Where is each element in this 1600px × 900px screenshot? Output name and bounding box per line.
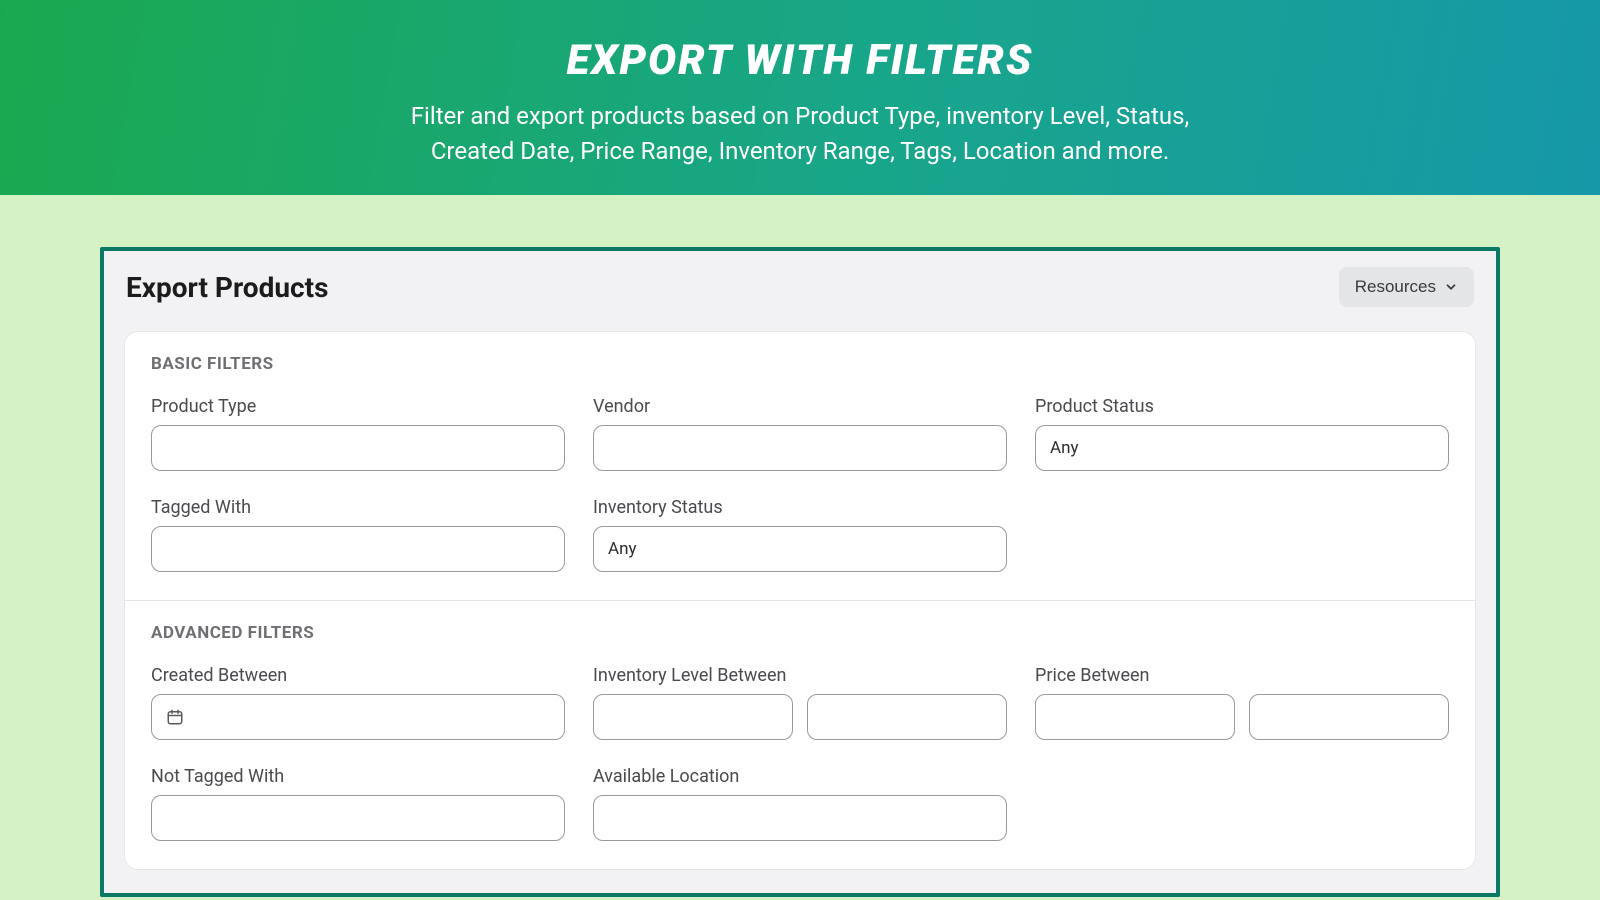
price-from-input[interactable] [1035, 694, 1235, 740]
panel-header: Export Products Resources [104, 251, 1496, 331]
not-tagged-with-input[interactable] [151, 795, 565, 841]
hero-banner: EXPORT WITH FILTERS Filter and export pr… [0, 0, 1600, 195]
not-tagged-with-label: Not Tagged With [151, 766, 565, 787]
inventory-level-between-field: Inventory Level Between [593, 665, 1007, 740]
inventory-status-select[interactable]: Any [593, 526, 1007, 572]
price-between-label: Price Between [1035, 665, 1449, 686]
product-status-label: Product Status [1035, 396, 1449, 417]
filters-card: BASIC FILTERS Product Type Vendor Produc… [124, 331, 1476, 870]
created-between-input[interactable] [151, 694, 565, 740]
basic-filters-title: BASIC FILTERS [151, 354, 1449, 374]
panel-title: Export Products [126, 271, 329, 304]
inventory-level-from-input[interactable] [593, 694, 793, 740]
tagged-with-input[interactable] [151, 526, 565, 572]
hero-title: EXPORT WITH FILTERS [567, 36, 1034, 85]
product-status-select[interactable]: Any [1035, 425, 1449, 471]
export-panel: Export Products Resources BASIC FILTERS … [100, 247, 1500, 897]
product-type-label: Product Type [151, 396, 565, 417]
vendor-label: Vendor [593, 396, 1007, 417]
resources-button[interactable]: Resources [1339, 267, 1474, 307]
inventory-level-between-label: Inventory Level Between [593, 665, 1007, 686]
basic-empty-cell [1035, 497, 1449, 572]
inventory-status-field: Inventory Status Any [593, 497, 1007, 572]
available-location-input[interactable] [593, 795, 1007, 841]
chevron-down-icon [1444, 280, 1458, 294]
price-to-input[interactable] [1249, 694, 1449, 740]
vendor-field: Vendor [593, 396, 1007, 471]
calendar-icon [166, 708, 184, 726]
tagged-with-field: Tagged With [151, 497, 565, 572]
basic-filters-section: BASIC FILTERS Product Type Vendor Produc… [125, 332, 1475, 600]
product-type-field: Product Type [151, 396, 565, 471]
hero-subtitle: Filter and export products based on Prod… [411, 99, 1190, 169]
tagged-with-label: Tagged With [151, 497, 565, 518]
advanced-filters-section: ADVANCED FILTERS Created Between Invento… [125, 600, 1475, 869]
available-location-label: Available Location [593, 766, 1007, 787]
not-tagged-with-field: Not Tagged With [151, 766, 565, 841]
resources-button-label: Resources [1355, 277, 1436, 297]
product-type-input[interactable] [151, 425, 565, 471]
advanced-filters-title: ADVANCED FILTERS [151, 623, 1449, 643]
vendor-input[interactable] [593, 425, 1007, 471]
advanced-empty-cell [1035, 766, 1449, 841]
product-status-field: Product Status Any [1035, 396, 1449, 471]
created-between-label: Created Between [151, 665, 565, 686]
available-location-field: Available Location [593, 766, 1007, 841]
created-between-field: Created Between [151, 665, 565, 740]
price-between-field: Price Between [1035, 665, 1449, 740]
inventory-status-label: Inventory Status [593, 497, 1007, 518]
inventory-level-to-input[interactable] [807, 694, 1007, 740]
